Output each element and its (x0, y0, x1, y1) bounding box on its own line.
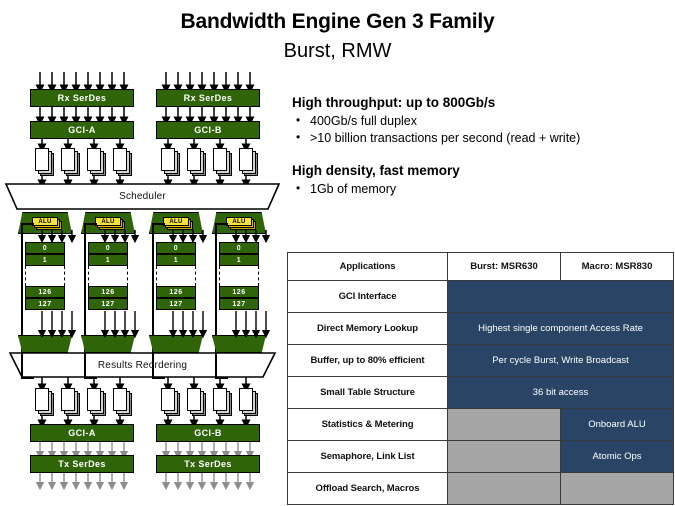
page-subtitle: Burst, RMW (283, 40, 392, 62)
tx-serdes-a-block: Tx SerDes (30, 455, 134, 473)
row-label: Direct Memory Lookup (287, 312, 448, 345)
section-heading-density: High density, fast memory (292, 163, 460, 178)
results-reordering-label: Results Reordering (97, 359, 188, 371)
table-row: Semaphore, Link List Atomic Ops (287, 440, 674, 473)
table-header-row: Applications Burst: MSR630 Macro: MSR830 (287, 252, 674, 281)
row-value-macro: Atomic Ops (560, 440, 674, 473)
row-label: Buffer, up to 80% efficient (287, 344, 448, 377)
row-value-burst (447, 408, 561, 441)
column-header-burst: Burst: MSR630 (447, 252, 561, 281)
bullet-list-density: 1Gb of memory (292, 180, 672, 198)
row-value-burst (447, 472, 561, 505)
table-row: Buffer, up to 80% efficient Per cycle Bu… (287, 344, 674, 377)
row-label: Semaphore, Link List (287, 440, 448, 473)
row-value-merged: Per cycle Burst, Write Broadcast (447, 344, 674, 377)
row-value-merged: Highest single component Access Rate (447, 312, 674, 345)
table-row: Small Table Structure 36 bit access (287, 376, 674, 409)
list-item: 1Gb of memory (292, 180, 672, 198)
table-row: Statistics & Metering Onboard ALU (287, 408, 674, 441)
row-value-macro: Onboard ALU (560, 408, 674, 441)
tx-serdes-b-label: Tx SerDes (184, 459, 232, 469)
gci-b-bottom-label: GCI-B (194, 428, 222, 438)
results-reordering-block: Results Reordering (10, 353, 275, 377)
list-item: >10 billion transactions per second (rea… (292, 129, 672, 147)
list-item: 400Gb/s full duplex (292, 112, 672, 130)
tx-serdes-b-block: Tx SerDes (156, 455, 260, 473)
column-header-macro: Macro: MSR830 (560, 252, 674, 281)
row-label: Small Table Structure (287, 376, 448, 409)
gci-a-bottom-block: GCI-A (30, 424, 134, 442)
table-row: Offload Search, Macros (287, 472, 674, 505)
row-label: Statistics & Metering (287, 408, 448, 441)
bullet-list-throughput: 400Gb/s full duplex >10 billion transact… (292, 112, 672, 147)
row-label: GCI Interface (287, 280, 448, 313)
section-heading-throughput: High throughput: up to 800Gb/s (292, 95, 496, 110)
row-label: Offload Search, Macros (287, 472, 448, 505)
page-title: Bandwidth Engine Gen 3 Family (180, 10, 495, 33)
row-value-merged (447, 280, 674, 313)
block-diagram: Rx SerDes Rx SerDes GCI-A GCI-B Schedule… (0, 72, 285, 502)
column-header-applications: Applications (287, 252, 448, 281)
gci-b-bottom-block: GCI-B (156, 424, 260, 442)
slide-root: Bandwidth Engine Gen 3 Family Burst, RMW… (0, 0, 675, 506)
row-value-merged: 36 bit access (447, 376, 674, 409)
feature-text-block: High throughput: up to 800Gb/s 400Gb/s f… (292, 95, 672, 198)
gci-a-bottom-label: GCI-A (68, 428, 96, 438)
table-row: Direct Memory Lookup Highest single comp… (287, 312, 674, 345)
tx-serdes-a-label: Tx SerDes (58, 459, 106, 469)
table-row: GCI Interface (287, 280, 674, 313)
row-value-burst (447, 440, 561, 473)
row-value-macro (560, 472, 674, 505)
applications-comparison-table: Applications Burst: MSR630 Macro: MSR830… (287, 252, 674, 505)
